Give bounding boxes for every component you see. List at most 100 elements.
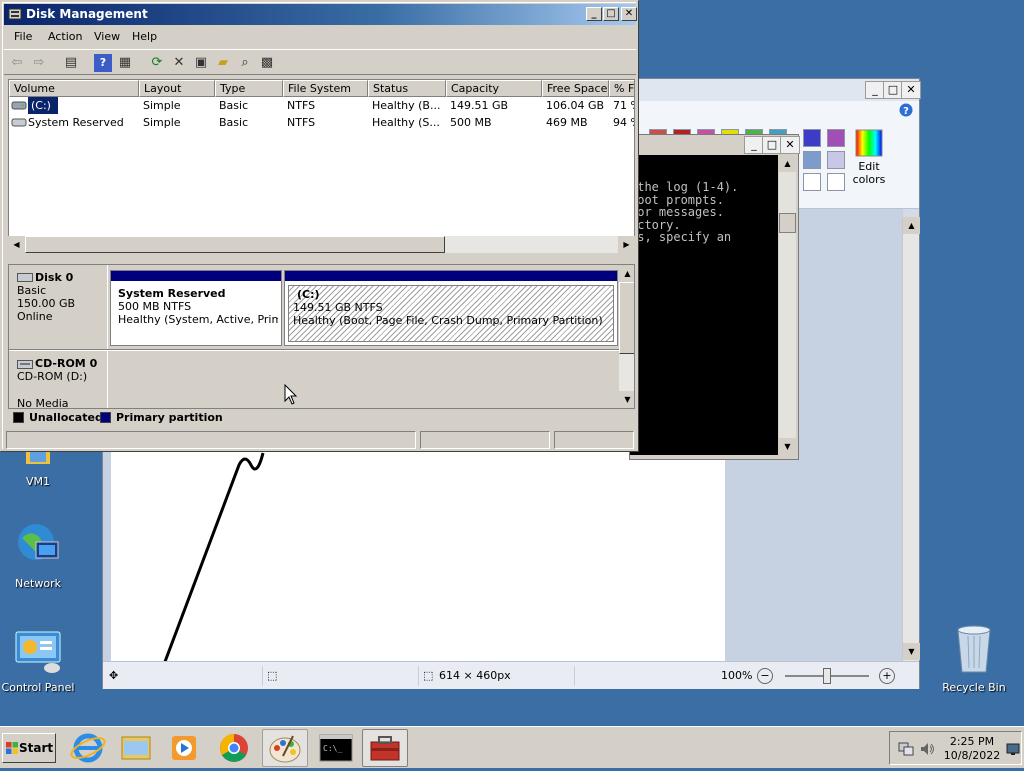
command-prompt-window[interactable]: _ □ ✕ the log (1-4). boot prompts. ror mes… [629, 134, 800, 460]
maximize-button[interactable]: □ [603, 7, 619, 21]
command-prompt-icon: C:\_ [319, 734, 353, 762]
desktop-icon-network[interactable]: Network [0, 522, 78, 590]
partition-c[interactable]: (C:) 149.51 GB NTFS Healthy (Boot, Page … [284, 270, 618, 346]
command-prompt-taskbar-button[interactable]: C:\_ [314, 729, 360, 767]
properties-pane-icon[interactable]: ▦ [116, 54, 134, 72]
partition-header-bar [111, 271, 281, 281]
console-output[interactable]: the log (1-4). boot prompts. ror messages.… [630, 155, 778, 455]
window-title-bar[interactable]: Disk Management _ □ ✕ [4, 4, 637, 25]
menu-action[interactable]: Action [48, 30, 82, 43]
column-header-layout[interactable]: Layout [139, 80, 215, 97]
scroll-down-arrow[interactable]: ▼ [779, 438, 796, 455]
start-button[interactable]: Start [2, 733, 56, 763]
disk-0-label[interactable]: Disk 0 Basic 150.00 GB Online [9, 265, 108, 349]
refresh-icon[interactable]: ⟳ [148, 54, 166, 72]
column-header-type[interactable]: Type [215, 80, 283, 97]
column-header-status[interactable]: Status [368, 80, 446, 97]
zoom-out-button[interactable]: − [757, 668, 773, 684]
scroll-down-arrow[interactable]: ▼ [903, 643, 920, 660]
show-hide-tree-icon[interactable]: ▤ [62, 54, 80, 72]
partition-system-reserved[interactable]: System Reserved 500 MB NTFS Healthy (Sys… [110, 270, 282, 346]
menu-view[interactable]: View [94, 30, 120, 43]
media-player-taskbar-button[interactable] [162, 729, 208, 767]
color-swatch[interactable] [803, 173, 821, 191]
volume-list-horizontal-scrollbar[interactable]: ◀ ▶ [8, 236, 635, 253]
disk-management-taskbar-button[interactable] [362, 729, 408, 767]
scroll-up-arrow[interactable]: ▲ [779, 155, 796, 172]
network-tray-icon[interactable] [898, 742, 914, 756]
free-space-cell: 106.04 GB [546, 99, 605, 112]
column-header-file-system[interactable]: File System [283, 80, 368, 97]
back-arrow-icon[interactable]: ⇦ [8, 54, 26, 72]
column-header-capacity[interactable]: Capacity [446, 80, 542, 97]
edit-colors-button[interactable]: Edit colors [849, 129, 889, 189]
chrome-taskbar-button[interactable] [212, 729, 258, 767]
folder-icon [121, 736, 151, 760]
file-explorer-taskbar-button[interactable] [114, 729, 160, 767]
column-header-percent-free[interactable]: % Fr [609, 80, 634, 97]
properties-icon[interactable]: ▣ [192, 54, 210, 72]
column-header-free-space[interactable]: Free Space [542, 80, 609, 97]
primary-partition-swatch [100, 412, 111, 423]
close-button[interactable]: ✕ [901, 81, 921, 99]
volume-list[interactable]: Volume Layout Type File System Status Ca… [8, 79, 635, 251]
graph-vertical-scrollbar[interactable]: ▲ ▼ [619, 265, 634, 408]
desktop-icon-recycle-bin[interactable]: Recycle Bin [934, 624, 1014, 694]
search-icon[interactable]: ⌕ [236, 54, 254, 72]
recycle-bin-icon [957, 625, 991, 673]
scroll-thumb[interactable] [619, 282, 634, 354]
minimize-button[interactable]: _ [865, 81, 885, 99]
disk-graphical-view[interactable]: Disk 0 Basic 150.00 GB Online System Res… [8, 264, 635, 409]
maximize-button[interactable]: □ [883, 81, 903, 99]
table-row[interactable]: System Reserved Simple Basic NTFS Health… [9, 114, 634, 131]
clock[interactable]: 2:25 PM 10/8/2022 [942, 735, 1002, 763]
volume-tray-icon[interactable] [920, 742, 936, 756]
help-icon[interactable]: ? [94, 54, 112, 72]
scroll-up-arrow[interactable]: ▲ [903, 217, 920, 234]
column-header-volume[interactable]: Volume [9, 80, 139, 97]
delete-icon[interactable]: ✕ [170, 54, 188, 72]
menu-help[interactable]: Help [132, 30, 157, 43]
toolbar: ⇦ ⇨ ▤ ? ▦ ⟳ ✕ ▣ ▰ ⌕ ▩ [4, 49, 636, 75]
scroll-thumb[interactable] [779, 213, 796, 233]
minimize-button[interactable]: _ [744, 136, 764, 154]
drive-icon [11, 118, 27, 127]
cursor-position-cell: ✥ [107, 666, 263, 686]
minimize-button[interactable]: _ [586, 7, 602, 21]
internet-explorer-taskbar-button[interactable] [66, 729, 112, 767]
disk-management-window[interactable]: Disk Management _ □ ✕ File Action View H… [0, 0, 638, 451]
close-button[interactable]: ✕ [621, 7, 637, 21]
menu-file[interactable]: File [14, 30, 32, 43]
console-line: ror messages. [630, 205, 724, 219]
internet-explorer-icon [70, 733, 106, 763]
show-desktop-icon[interactable] [1006, 742, 1020, 756]
cdrom-0-label[interactable]: CD-ROM 0 CD-ROM (D:) No Media [9, 351, 108, 408]
help-icon[interactable]: ? [899, 103, 913, 117]
console-scrollbar[interactable]: ▲ ▼ [779, 155, 796, 455]
toolbox-icon [370, 736, 400, 761]
zoom-slider-thumb[interactable] [823, 668, 831, 684]
scroll-thumb[interactable] [25, 236, 445, 253]
scroll-down-arrow[interactable]: ▼ [619, 391, 634, 408]
selection-icon: ⬚ [267, 669, 278, 682]
scroll-left-arrow[interactable]: ◀ [8, 236, 25, 253]
disk-properties-icon[interactable]: ▩ [258, 54, 276, 72]
color-swatch[interactable] [827, 151, 845, 169]
window-title: Disk Management [26, 7, 148, 21]
color-swatch[interactable] [827, 129, 845, 147]
scroll-right-arrow[interactable]: ▶ [618, 236, 635, 253]
scroll-up-arrow[interactable]: ▲ [619, 265, 634, 282]
desktop-icon-control-panel[interactable]: Control Panel [0, 630, 78, 694]
color-swatch[interactable] [803, 151, 821, 169]
color-swatch[interactable] [803, 129, 821, 147]
close-button[interactable]: ✕ [780, 136, 800, 154]
paint-vertical-scrollbar[interactable]: ▲ ▼ [902, 217, 920, 661]
open-folder-icon[interactable]: ▰ [214, 54, 232, 72]
table-row[interactable]: (C:) Simple Basic NTFS Healthy (B... 149… [9, 97, 634, 114]
zoom-in-button[interactable]: + [879, 668, 895, 684]
maximize-button[interactable]: □ [762, 136, 782, 154]
color-swatch[interactable] [827, 173, 845, 191]
partition-name: (C:) [297, 288, 320, 301]
forward-arrow-icon[interactable]: ⇨ [30, 54, 48, 72]
paint-taskbar-button[interactable] [262, 729, 308, 767]
